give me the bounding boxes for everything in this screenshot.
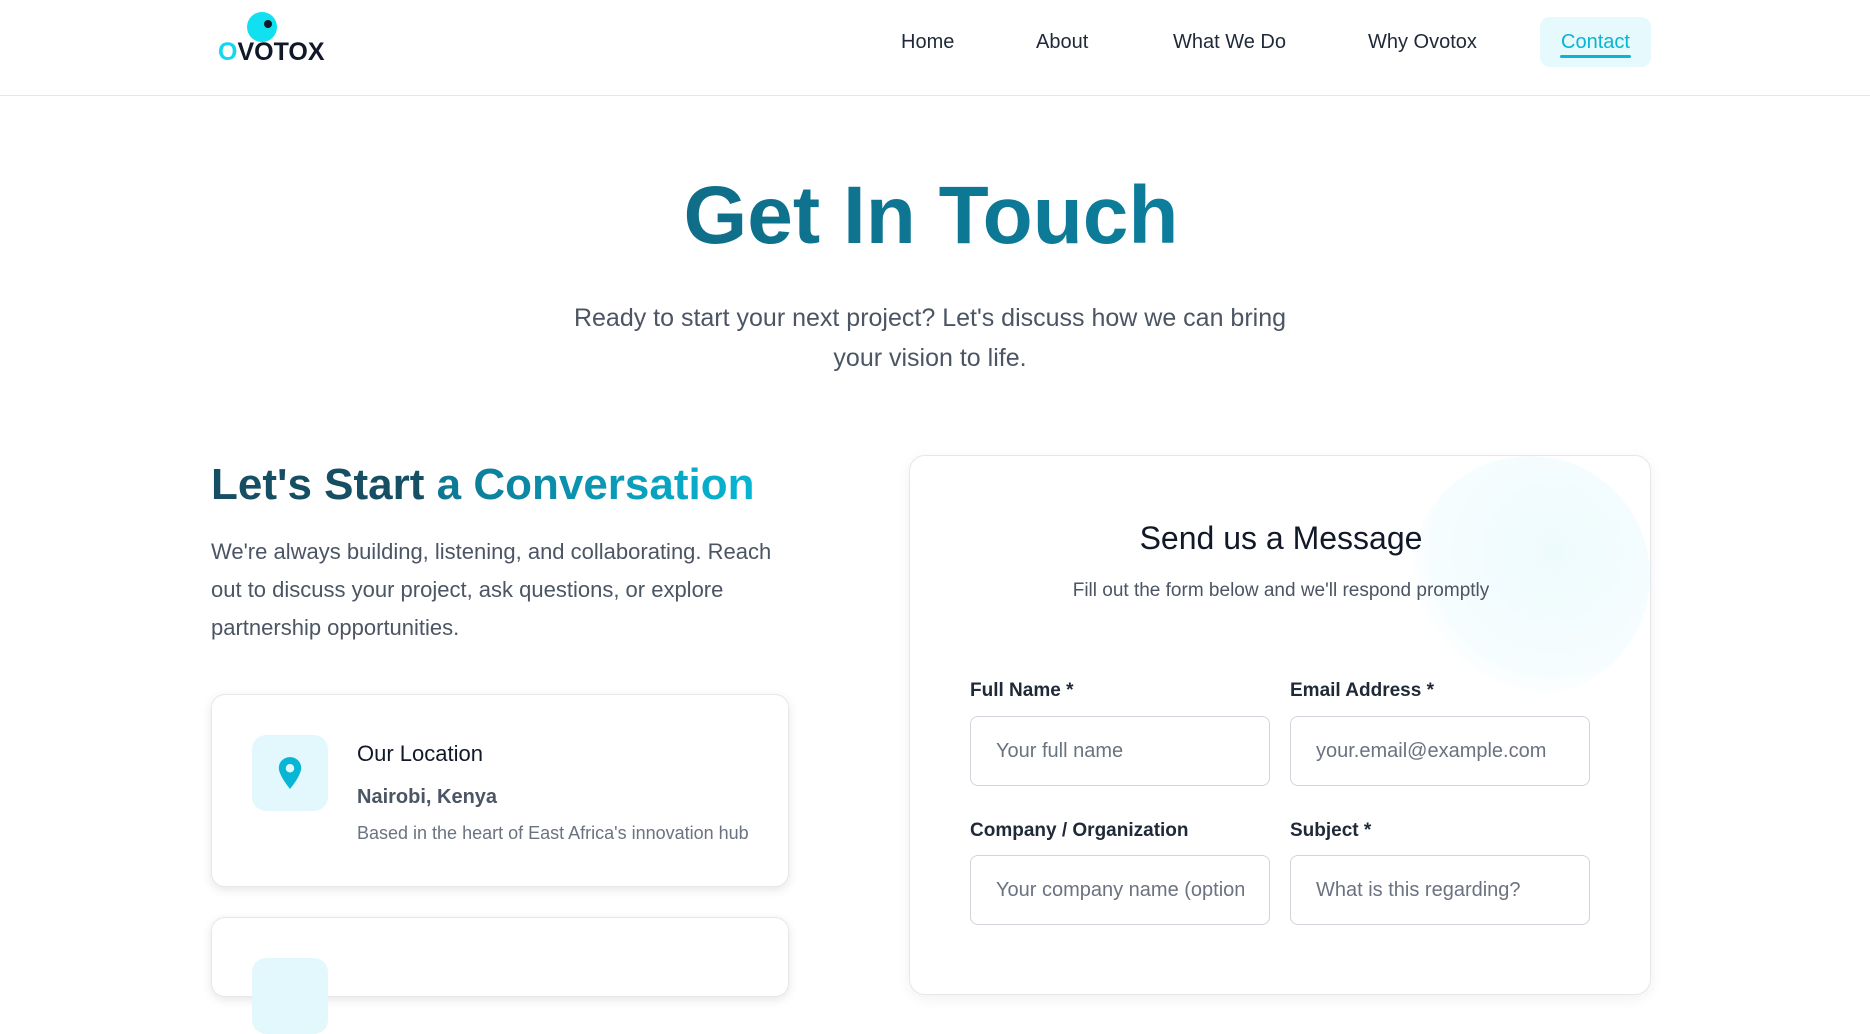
- location-city: Nairobi, Kenya: [357, 786, 498, 808]
- decorative-blob: [1410, 456, 1650, 696]
- conversation-heading: Let's Start a Conversation: [211, 455, 755, 515]
- nav-home[interactable]: Home: [881, 17, 974, 67]
- location-description: Based in the heart of East Africa's inno…: [357, 823, 749, 843]
- contact-card-icon: [252, 958, 328, 1034]
- logo-text: OVOTOX: [218, 38, 325, 67]
- ovotox-logo[interactable]: OVOTOX: [218, 12, 325, 66]
- heading-part-1: Let's Start: [211, 460, 425, 509]
- nav-what-we-do[interactable]: What We Do: [1153, 17, 1306, 67]
- nav-contact[interactable]: Contact: [1540, 17, 1651, 67]
- logo-first-letter: O: [218, 38, 238, 66]
- full-name-input[interactable]: [970, 716, 1270, 786]
- heading-part-2: a Conversation: [424, 460, 755, 509]
- site-header: OVOTOX Home About What We Do Why Ovotox …: [0, 0, 1870, 96]
- full-name-label: Full Name *: [970, 680, 1074, 701]
- conversation-text: We're always building, listening, and co…: [211, 539, 772, 640]
- location-title: Our Location: [357, 741, 483, 766]
- company-label: Company / Organization: [970, 820, 1189, 841]
- nav-why-ovotox[interactable]: Why Ovotox: [1348, 17, 1497, 67]
- contact-form-card: Send us a Message Fill out the form belo…: [909, 455, 1651, 995]
- map-pin-icon: [252, 735, 328, 811]
- subject-label: Subject *: [1290, 820, 1372, 841]
- email-input[interactable]: [1290, 716, 1590, 786]
- location-card: Our Location Nairobi, Kenya Based in the…: [211, 694, 789, 887]
- company-input[interactable]: [970, 855, 1270, 925]
- page-title: Get In Touch: [0, 168, 1862, 264]
- subject-input[interactable]: [1290, 855, 1590, 925]
- contact-card-partial: [211, 917, 789, 1034]
- page-subtitle: Ready to start your next project? Let's …: [573, 304, 1287, 372]
- form-title: Send us a Message: [1139, 520, 1423, 556]
- logo-rest: VOTOX: [237, 38, 325, 66]
- email-label: Email Address *: [1290, 680, 1434, 701]
- nav-about[interactable]: About: [1016, 17, 1108, 67]
- form-subtitle: Fill out the form below and we'll respon…: [1072, 580, 1490, 601]
